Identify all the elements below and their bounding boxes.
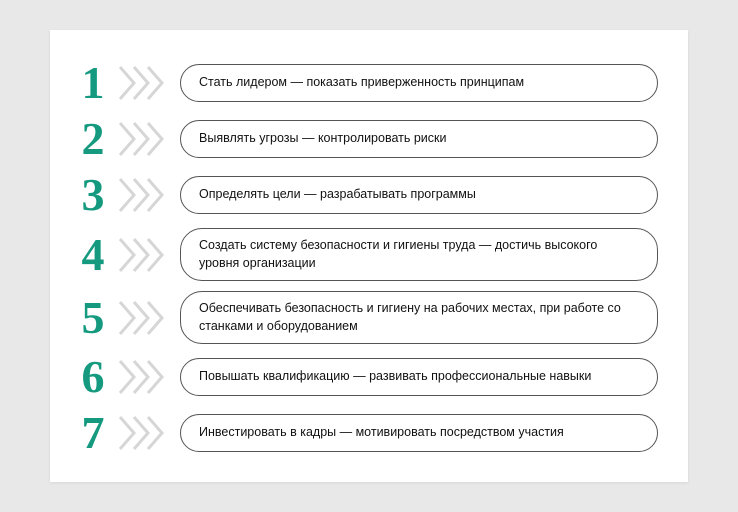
step-text: Инвестировать в кадры — мотивировать пос… (199, 424, 564, 442)
step-number: 1 (72, 60, 114, 106)
chevron-right-icon (118, 298, 172, 338)
chevron-right-icon (118, 413, 172, 453)
step-text: Обеспечивать безопасность и гигиену на р… (199, 300, 639, 335)
chevron-right-icon (118, 63, 172, 103)
list-item: 5 Обеспечивать безопасность и гигиену на… (72, 291, 658, 344)
card: 1 Стать лидером — показать приверженност… (50, 30, 688, 482)
list-item: 6 Повышать квалификацию — развивать проф… (72, 354, 658, 400)
step-pill: Инвестировать в кадры — мотивировать пос… (180, 414, 658, 452)
step-number: 6 (72, 354, 114, 400)
list-item: 7 Инвестировать в кадры — мотивировать п… (72, 410, 658, 456)
step-text: Создать систему безопасности и гигиены т… (199, 237, 639, 272)
step-number: 7 (72, 410, 114, 456)
chevron-right-icon (118, 119, 172, 159)
step-pill: Создать систему безопасности и гигиены т… (180, 228, 658, 281)
list-item: 2 Выявлять угрозы — контролировать риски (72, 116, 658, 162)
step-pill: Выявлять угрозы — контролировать риски (180, 120, 658, 158)
step-number: 3 (72, 172, 114, 218)
step-text: Повышать квалификацию — развивать профес… (199, 368, 591, 386)
list-item: 1 Стать лидером — показать приверженност… (72, 60, 658, 106)
step-text: Определять цели — разрабатывать программ… (199, 186, 476, 204)
step-text: Стать лидером — показать приверженность … (199, 74, 524, 92)
step-pill: Определять цели — разрабатывать программ… (180, 176, 658, 214)
step-number: 4 (72, 232, 114, 278)
step-text: Выявлять угрозы — контролировать риски (199, 130, 446, 148)
step-pill: Стать лидером — показать приверженность … (180, 64, 658, 102)
step-pill: Повышать квалификацию — развивать профес… (180, 358, 658, 396)
chevron-right-icon (118, 175, 172, 215)
chevron-right-icon (118, 357, 172, 397)
step-pill: Обеспечивать безопасность и гигиену на р… (180, 291, 658, 344)
list-item: 3 Определять цели — разрабатывать програ… (72, 172, 658, 218)
step-number: 5 (72, 295, 114, 341)
chevron-right-icon (118, 235, 172, 275)
list-item: 4 Создать систему безопасности и гигиены… (72, 228, 658, 281)
step-number: 2 (72, 116, 114, 162)
